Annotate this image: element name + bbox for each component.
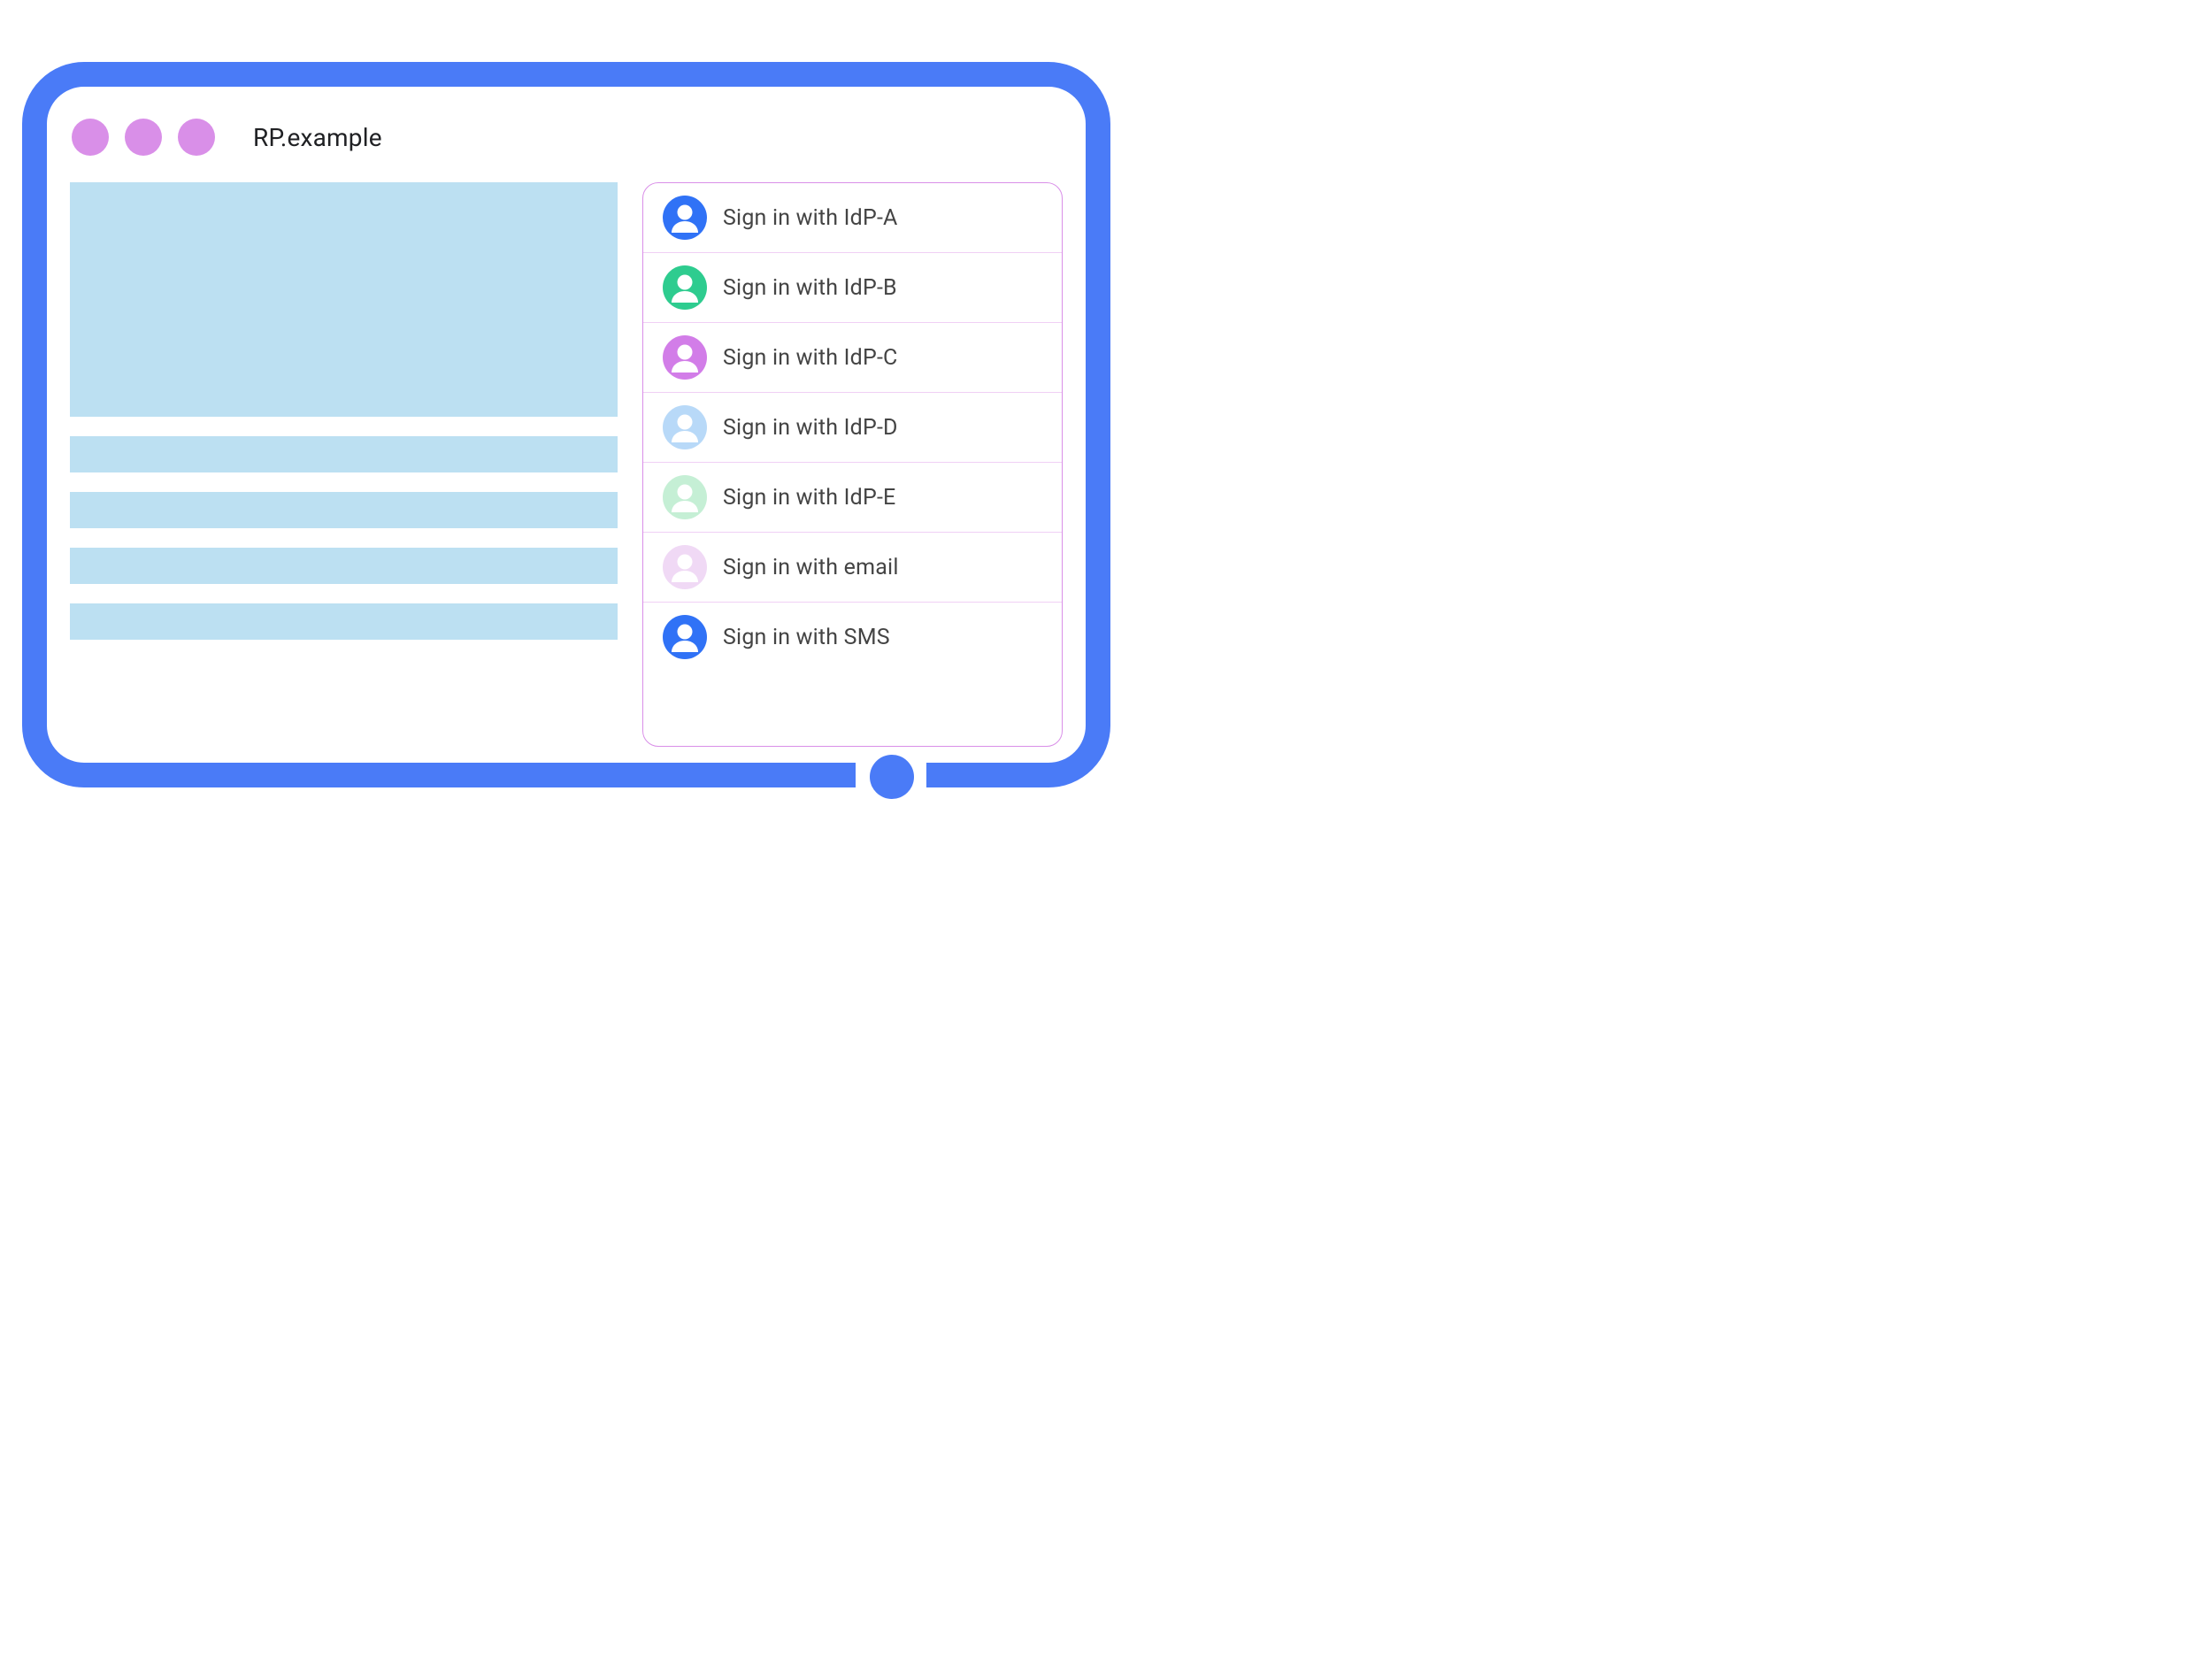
window-control-dot[interactable]	[178, 119, 215, 156]
person-icon	[663, 335, 707, 380]
signin-label: Sign in with IdP-E	[723, 485, 895, 511]
content-line-placeholder	[70, 548, 618, 584]
browser-window: RP.example Sign in with IdP-A	[63, 103, 1070, 747]
home-button[interactable]	[870, 755, 914, 799]
person-icon	[663, 545, 707, 589]
window-control-dot[interactable]	[125, 119, 162, 156]
signin-label: Sign in with IdP-B	[723, 275, 897, 301]
signin-label: Sign in with IdP-A	[723, 205, 898, 231]
signin-panel: Sign in with IdP-A Sign in with IdP-B Si…	[642, 182, 1063, 747]
person-icon	[663, 475, 707, 519]
browser-body: Sign in with IdP-A Sign in with IdP-B Si…	[63, 182, 1070, 747]
traffic-lights	[72, 119, 215, 156]
browser-header: RP.example	[63, 103, 1070, 182]
person-icon	[663, 265, 707, 310]
person-icon	[663, 615, 707, 659]
person-icon	[663, 196, 707, 240]
signin-option-idp-e[interactable]: Sign in with IdP-E	[643, 463, 1062, 533]
device-frame: RP.example Sign in with IdP-A	[22, 62, 1110, 787]
content-hero-placeholder	[70, 182, 618, 417]
person-icon	[663, 405, 707, 449]
url-bar: RP.example	[253, 123, 382, 152]
signin-option-idp-b[interactable]: Sign in with IdP-B	[643, 253, 1062, 323]
signin-option-sms[interactable]: Sign in with SMS	[643, 603, 1062, 672]
content-line-placeholder	[70, 436, 618, 472]
signin-label: Sign in with IdP-C	[723, 345, 898, 371]
signin-option-idp-a[interactable]: Sign in with IdP-A	[643, 183, 1062, 253]
signin-label: Sign in with IdP-D	[723, 415, 898, 441]
content-line-placeholder	[70, 603, 618, 640]
signin-option-idp-c[interactable]: Sign in with IdP-C	[643, 323, 1062, 393]
signin-label: Sign in with email	[723, 555, 899, 580]
signin-option-idp-d[interactable]: Sign in with IdP-D	[643, 393, 1062, 463]
signin-option-email[interactable]: Sign in with email	[643, 533, 1062, 603]
signin-label: Sign in with SMS	[723, 625, 890, 650]
page-content-placeholder	[70, 182, 618, 747]
content-line-placeholder	[70, 492, 618, 528]
window-control-dot[interactable]	[72, 119, 109, 156]
